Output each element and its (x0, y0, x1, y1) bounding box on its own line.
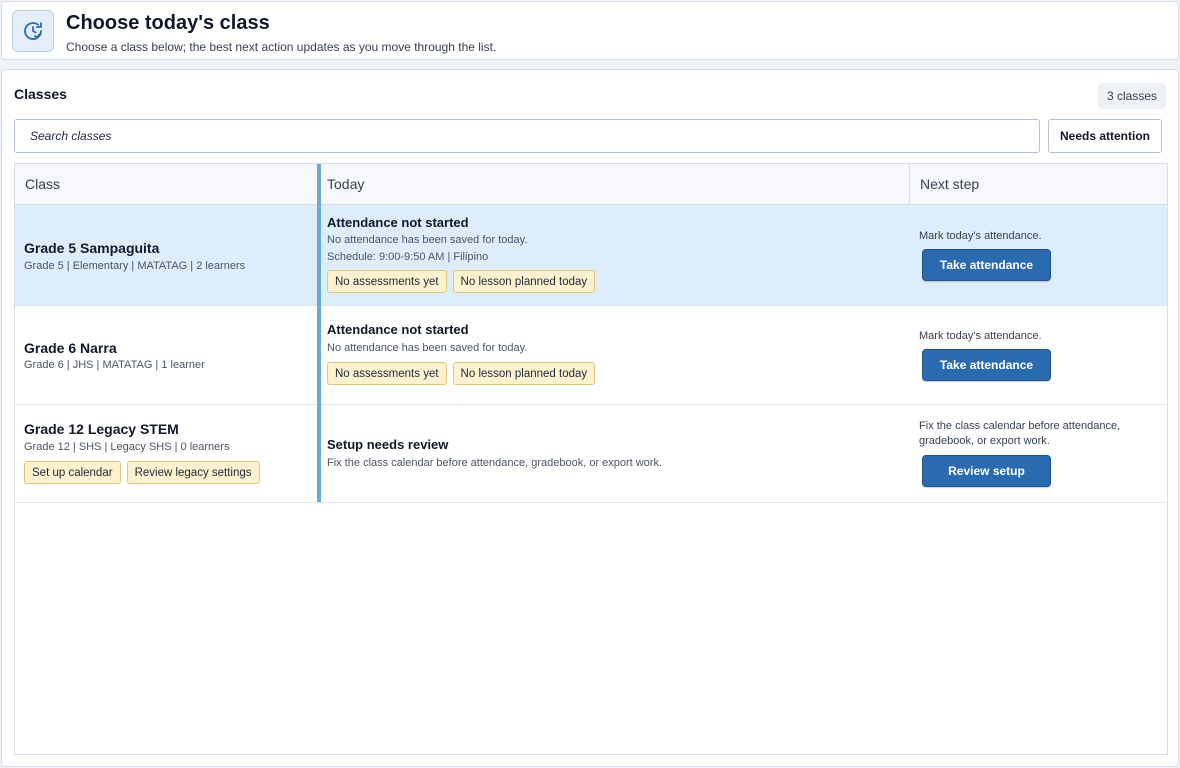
status-tag: No lesson planned today (452, 270, 596, 293)
class-name: Grade 12 Legacy STEM (24, 421, 179, 437)
class-name: Grade 6 Narra (24, 340, 117, 356)
classes-panel: Classes 3 classes Needs attention Class … (1, 69, 1179, 767)
today-status: Attendance not started (327, 322, 469, 337)
table-header: Class Today Next step (15, 164, 1167, 205)
today-cell: Setup needs review Fix the class calenda… (321, 405, 910, 502)
today-status: Setup needs review (327, 437, 449, 452)
clock-check-icon (12, 10, 54, 52)
column-header-next-step: Next step (920, 176, 980, 192)
column-header-today: Today (321, 164, 910, 204)
next-step-cell: Mark today's attendance. Take attendance (910, 306, 1167, 404)
today-detail: Fix the class calendar before attendance… (327, 457, 663, 469)
class-meta: Grade 6 | JHS | MATATAG | 1 learner (24, 359, 205, 371)
today-detail: No attendance has been saved for today. (327, 234, 528, 246)
class-cell: Grade 5 Sampaguita Grade 5 | Elementary … (15, 205, 317, 305)
today-column-accent (317, 164, 321, 502)
column-header-class: Class (25, 176, 61, 192)
class-name: Grade 5 Sampaguita (24, 240, 160, 256)
next-step-text: Mark today's attendance. (919, 230, 1042, 242)
page-subtitle: Choose a class below; the best next acti… (66, 40, 497, 54)
page-header: Choose today's class Choose a class belo… (1, 1, 1179, 60)
next-step-cell: Mark today's attendance. Take attendance (910, 205, 1167, 305)
today-schedule: Schedule: 9:00-9:50 AM | Filipino (327, 251, 489, 263)
table-row[interactable]: Grade 6 Narra Grade 6 | JHS | MATATAG | … (15, 306, 1167, 405)
class-meta: Grade 5 | Elementary | MATATAG | 2 learn… (24, 260, 246, 272)
class-count-badge: 3 classes (1097, 83, 1166, 109)
table-row[interactable]: Grade 5 Sampaguita Grade 5 | Elementary … (15, 205, 1167, 306)
today-tags: No assessments yet No lesson planned tod… (327, 362, 596, 385)
class-meta: Grade 12 | SHS | Legacy SHS | 0 learners (24, 441, 230, 453)
review-setup-button[interactable]: Review setup (922, 455, 1051, 487)
status-tag: No assessments yet (327, 270, 447, 293)
status-tag: No assessments yet (327, 362, 447, 385)
class-tags: Set up calendar Review legacy settings (24, 461, 260, 484)
next-step-cell: Fix the class calendar before attendance… (910, 405, 1167, 502)
page-title: Choose today's class (66, 12, 270, 34)
table-row[interactable]: Grade 12 Legacy STEM Grade 12 | SHS | Le… (15, 405, 1167, 503)
take-attendance-button[interactable]: Take attendance (922, 249, 1051, 281)
today-cell: Attendance not started No attendance has… (321, 306, 910, 404)
next-step-text: Fix the class calendar before attendance… (919, 420, 1121, 447)
setup-tag: Set up calendar (24, 461, 121, 484)
today-cell: Attendance not started No attendance has… (321, 205, 910, 305)
status-tag: No lesson planned today (452, 362, 596, 385)
setup-tag: Review legacy settings (126, 461, 260, 484)
needs-attention-filter-button[interactable]: Needs attention (1048, 119, 1162, 153)
today-status: Attendance not started (327, 215, 469, 230)
take-attendance-button[interactable]: Take attendance (922, 349, 1051, 381)
today-detail: No attendance has been saved for today. (327, 342, 528, 354)
class-cell: Grade 6 Narra Grade 6 | JHS | MATATAG | … (15, 306, 317, 404)
section-title: Classes (14, 86, 67, 102)
class-cell: Grade 12 Legacy STEM Grade 12 | SHS | Le… (15, 405, 317, 502)
next-step-text: Mark today's attendance. (919, 330, 1042, 342)
search-input[interactable] (14, 119, 1040, 153)
classes-table: Class Today Next step Grade 5 Sampaguita… (14, 163, 1168, 755)
today-tags: No assessments yet No lesson planned tod… (327, 270, 596, 293)
